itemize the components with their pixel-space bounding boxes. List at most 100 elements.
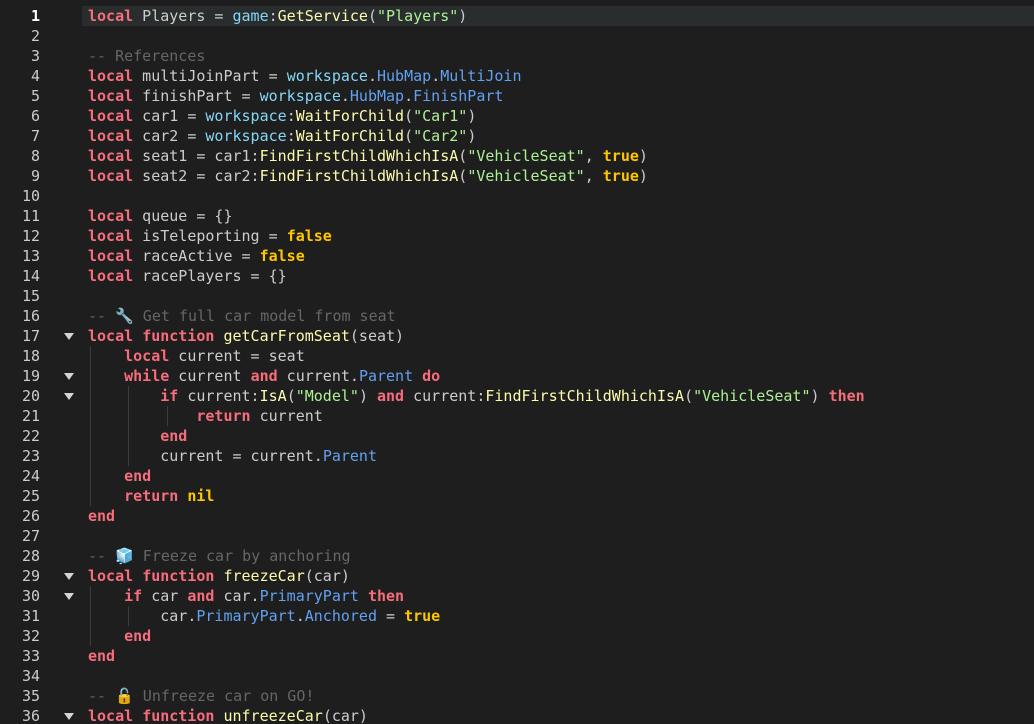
code-line[interactable]: 36 local function unfreezeCar(car)	[0, 706, 1034, 724]
code-text[interactable]: local seat2 = car2:FindFirstChildWhichIs…	[82, 166, 1034, 186]
code-line[interactable]: 34	[0, 666, 1034, 686]
code-text[interactable]: if car and car.PrimaryPart then	[82, 586, 1034, 606]
code-line[interactable]: 24 end	[0, 466, 1034, 486]
code-line[interactable]: 7 local car2 = workspace:WaitForChild("Ca…	[0, 126, 1034, 146]
token-tx: )	[458, 7, 468, 25]
code-text[interactable]: car.PrimaryPart.Anchored = true	[82, 606, 1034, 626]
code-line[interactable]: 33 end	[0, 646, 1034, 666]
code-text[interactable]: local raceActive = false	[82, 246, 1034, 266]
token-kw: local	[124, 347, 170, 365]
code-line[interactable]: 25 return nil	[0, 486, 1034, 506]
code-text[interactable]: local function unfreezeCar(car)	[82, 706, 1034, 724]
token-kw: while	[124, 367, 170, 385]
code-line[interactable]: 27	[0, 526, 1034, 546]
code-text[interactable]: end	[82, 646, 1034, 666]
lock-icon: 🔓	[115, 687, 134, 705]
code-text[interactable]: local function getCarFromSeat(seat)	[82, 326, 1034, 346]
code-line[interactable]: 11 local queue = {}	[0, 206, 1034, 226]
line-number: 1	[30, 7, 40, 25]
code-line[interactable]: 32 end	[0, 626, 1034, 646]
code-text[interactable]: -- 🔓 Unfreeze car on GO!	[82, 686, 1034, 706]
code-line[interactable]: 3 -- References	[0, 46, 1034, 66]
code-line[interactable]: 14 local racePlayers = {}	[0, 266, 1034, 286]
code-line[interactable]: 18 local current = seat	[0, 346, 1034, 366]
code-line[interactable]: 28 -- 🧊 Freeze car by anchoring	[0, 546, 1034, 566]
code-text[interactable]: -- 🧊 Freeze car by anchoring	[82, 546, 1034, 566]
fold-toggle-icon[interactable]	[64, 713, 74, 720]
fold-toggle-icon[interactable]	[64, 593, 74, 600]
code-line[interactable]: 21 return current	[0, 406, 1034, 426]
token-tx	[178, 487, 187, 505]
code-line[interactable]: 15	[0, 286, 1034, 306]
code-text[interactable]: local racePlayers = {}	[82, 266, 1034, 286]
code-line[interactable]: 13 local raceActive = false	[0, 246, 1034, 266]
code-line[interactable]: 10	[0, 186, 1034, 206]
line-number: 11	[21, 207, 40, 225]
code-text[interactable]: local finishPart = workspace.HubMap.Fini…	[82, 86, 1034, 106]
code-line[interactable]: 17 local function getCarFromSeat(seat)	[0, 326, 1034, 346]
code-text[interactable]	[82, 526, 1034, 546]
code-text[interactable]: end	[82, 426, 1034, 446]
code-text[interactable]: end	[82, 626, 1034, 646]
code-line[interactable]: 30 if car and car.PrimaryPart then	[0, 586, 1034, 606]
token-tx: (	[458, 167, 468, 185]
token-str: "VehicleSeat"	[467, 167, 585, 185]
line-number: 17	[21, 327, 40, 345]
code-text[interactable]: current = current.Parent	[82, 446, 1034, 466]
code-line[interactable]: 4 local multiJoinPart = workspace.HubMap.…	[0, 66, 1034, 86]
code-line[interactable]: 16 -- 🔧 Get full car model from seat	[0, 306, 1034, 326]
code-text[interactable]	[82, 666, 1034, 686]
code-text[interactable]: return nil	[82, 486, 1034, 506]
fold-toggle-icon[interactable]	[64, 393, 74, 400]
code-text[interactable]: local current = seat	[82, 346, 1034, 366]
token-tx: ,	[584, 147, 603, 165]
code-line[interactable]: 20 if current:IsA("Model") and current:F…	[0, 386, 1034, 406]
code-line[interactable]: 2	[0, 26, 1034, 46]
token-tx: .	[340, 87, 350, 105]
code-text[interactable]: local queue = {}	[82, 206, 1034, 226]
code-line[interactable]: 31 car.PrimaryPart.Anchored = true	[0, 606, 1034, 626]
fold-toggle-icon[interactable]	[64, 573, 74, 580]
code-text[interactable]: local function freezeCar(car)	[82, 566, 1034, 586]
code-line[interactable]: 6 local car1 = workspace:WaitForChild("Ca…	[0, 106, 1034, 126]
code-line[interactable]: 29 local function freezeCar(car)	[0, 566, 1034, 586]
code-text[interactable]: return current	[82, 406, 1034, 426]
code-text[interactable]: -- References	[82, 46, 1034, 66]
code-text[interactable]: end	[82, 466, 1034, 486]
code-line[interactable]: 5 local finishPart = workspace.HubMap.Fin…	[0, 86, 1034, 106]
token-tx: .	[295, 607, 305, 625]
line-number: 13	[21, 247, 40, 265]
code-text[interactable]	[82, 186, 1034, 206]
code-text[interactable]: local car1 = workspace:WaitForChild("Car…	[82, 106, 1034, 126]
code-text[interactable]	[82, 286, 1034, 306]
code-line[interactable]: 35 -- 🔓 Unfreeze car on GO!	[0, 686, 1034, 706]
token-kw: end	[124, 627, 152, 645]
token-tx	[88, 347, 124, 365]
fold-toggle-icon[interactable]	[64, 373, 74, 380]
code-text[interactable]: if current:IsA("Model") and current:Find…	[82, 386, 1034, 406]
code-line[interactable]: 23 current = current.Parent	[0, 446, 1034, 466]
fold-toggle-icon[interactable]	[64, 333, 74, 340]
code-editor[interactable]: 1 local Players = game:GetService("Player…	[0, 0, 1034, 724]
code-text[interactable]: end	[82, 506, 1034, 526]
code-line[interactable]: 22 end	[0, 426, 1034, 446]
code-text[interactable]: local Players = game:GetService("Players…	[82, 6, 1034, 26]
code-text[interactable]: while current and current.Parent do	[82, 366, 1034, 386]
code-line[interactable]: 8 local seat1 = car1:FindFirstChildWhichI…	[0, 146, 1034, 166]
code-line[interactable]: 26 end	[0, 506, 1034, 526]
code-line[interactable]: 9 local seat2 = car2:FindFirstChildWhichI…	[0, 166, 1034, 186]
code-text[interactable]: local seat1 = car1:FindFirstChildWhichIs…	[82, 146, 1034, 166]
token-kw: then	[367, 587, 405, 605]
code-text[interactable]	[82, 26, 1034, 46]
code-line[interactable]: 1 local Players = game:GetService("Player…	[0, 6, 1034, 26]
line-number: 3	[30, 47, 40, 65]
code-text[interactable]: local isTeleporting = false	[82, 226, 1034, 246]
token-tx: car.	[88, 607, 197, 625]
token-kw: local	[88, 247, 134, 265]
code-line[interactable]: 12 local isTeleporting = false	[0, 226, 1034, 246]
code-text[interactable]: local multiJoinPart = workspace.HubMap.M…	[82, 66, 1034, 86]
code-line[interactable]: 19 while current and current.Parent do	[0, 366, 1034, 386]
token-kw: function	[142, 707, 215, 724]
code-text[interactable]: -- 🔧 Get full car model from seat	[82, 306, 1034, 326]
code-text[interactable]: local car2 = workspace:WaitForChild("Car…	[82, 126, 1034, 146]
